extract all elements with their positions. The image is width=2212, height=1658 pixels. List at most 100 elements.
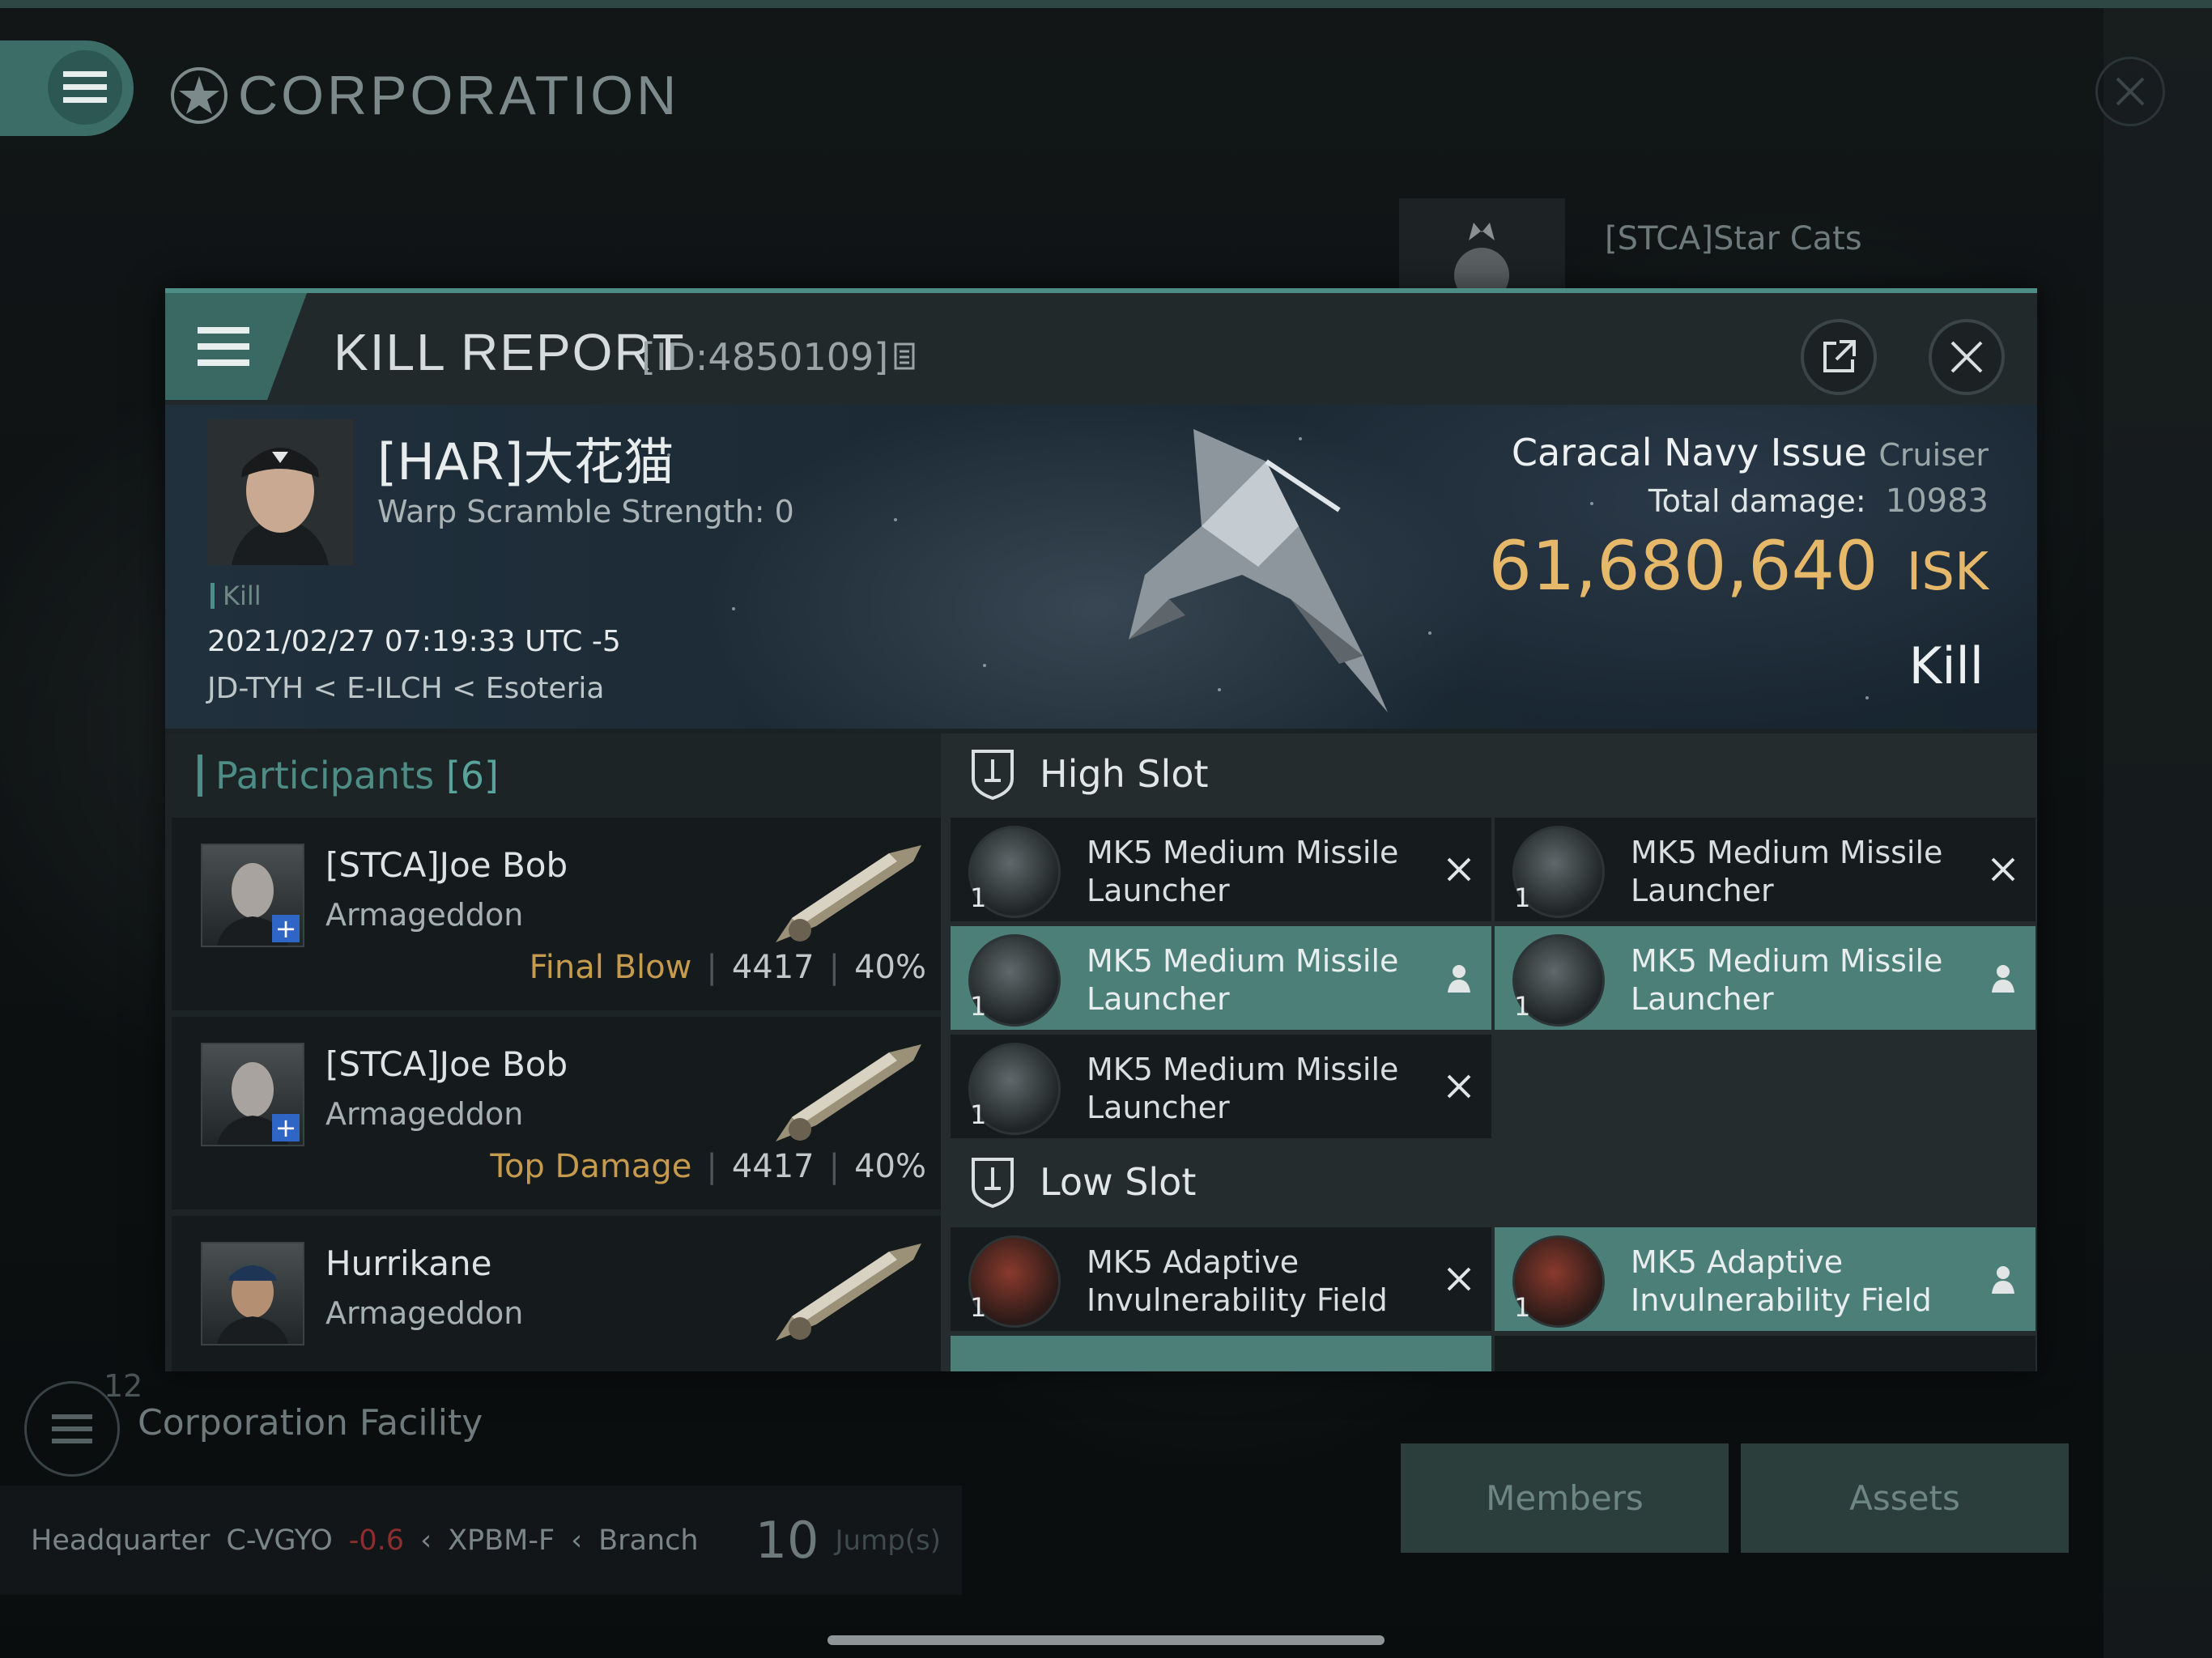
module-name: MK5 Adaptive Invulnerability Field bbox=[1087, 1244, 1388, 1318]
participant-role: Top Damage bbox=[490, 1148, 692, 1185]
divider: | bbox=[828, 949, 840, 986]
module-name: MK5 Medium Missile Launcher bbox=[1087, 943, 1399, 1017]
corp-page-title: CORPORATION bbox=[168, 55, 679, 136]
module-name: MK5 Medium Missile Launcher bbox=[1087, 835, 1399, 908]
top-status-strip bbox=[0, 0, 2212, 8]
participant-name: [STCA]Joe Bob bbox=[325, 1044, 568, 1084]
destroyed-icon bbox=[1441, 1069, 1477, 1104]
module-item[interactable]: 1 MK5 Medium Missile Launcher bbox=[951, 1035, 1491, 1138]
victim-portrait[interactable] bbox=[207, 419, 353, 565]
hq-label: Headquarter bbox=[31, 1524, 211, 1557]
hamburger-icon bbox=[48, 50, 122, 125]
tab-members[interactable]: Members bbox=[1401, 1443, 1729, 1553]
kill-report-id[interactable]: [ID:4850109] bbox=[641, 335, 919, 379]
module-item[interactable]: 1 MK5 Medium Missile Launcher bbox=[951, 818, 1491, 921]
destroyed-icon bbox=[1985, 852, 2021, 887]
participant-name: [STCA]Joe Bob bbox=[325, 845, 568, 885]
close-icon bbox=[2116, 77, 2145, 106]
participants-header: Participants [6] bbox=[198, 755, 499, 797]
participant-row[interactable]: Hurrikane Armageddon bbox=[172, 1216, 941, 1371]
module-name: MK5 Medium Missile Launcher bbox=[1631, 943, 1943, 1017]
divider: | bbox=[706, 949, 717, 986]
participant-row[interactable]: + [STCA]Joe Bob Armageddon Final Blow | … bbox=[172, 818, 941, 1010]
dropped-person-icon bbox=[1985, 960, 2021, 996]
corp-logo bbox=[1399, 198, 1565, 303]
star bbox=[894, 518, 897, 521]
participant-name: Hurrikane bbox=[325, 1244, 492, 1283]
close-icon bbox=[1950, 341, 1983, 373]
high-slot-label: High Slot bbox=[1040, 752, 1209, 796]
hq-jumps: 10 bbox=[755, 1511, 819, 1570]
tab-assets-label: Assets bbox=[1849, 1478, 1960, 1518]
star bbox=[1590, 502, 1593, 505]
kill-location[interactable]: JD-TYH < E-ILCH < Esoteria bbox=[207, 672, 604, 705]
module-item[interactable]: 1 MK5 Adaptive Invulnerability Field bbox=[1495, 1227, 2035, 1331]
low-slot-icon bbox=[972, 1158, 1014, 1208]
module-quantity: 1 bbox=[970, 1099, 987, 1130]
right-side-strip bbox=[2104, 8, 2212, 1658]
participant-row[interactable]: + [STCA]Joe Bob Armageddon Top Damage | … bbox=[172, 1017, 941, 1209]
module-quantity: 1 bbox=[1514, 882, 1531, 913]
isk-value: 61,680,640 bbox=[1488, 526, 1878, 606]
module-item[interactable]: 1 MK5 Medium Missile Launcher bbox=[951, 926, 1491, 1030]
total-damage-label: Total damage: bbox=[1648, 483, 1866, 519]
share-icon bbox=[1823, 340, 1856, 372]
participant-damage: 4417 bbox=[731, 1148, 815, 1185]
module-quantity: 1 bbox=[1514, 1292, 1531, 1323]
module-quantity: 1 bbox=[1514, 991, 1531, 1022]
hq-route2: Branch bbox=[598, 1524, 699, 1557]
ship-image[interactable] bbox=[1096, 413, 1436, 721]
victim-name[interactable]: [HAR]大花猫 bbox=[377, 421, 674, 494]
weapon-icon bbox=[776, 1244, 921, 1341]
module-item-partial[interactable] bbox=[951, 1336, 1491, 1371]
tab-assets[interactable]: Assets bbox=[1741, 1443, 2069, 1553]
isk-unit: ISK bbox=[1906, 542, 1989, 602]
high-slot-icon bbox=[972, 750, 1014, 800]
module-item-partial[interactable] bbox=[1495, 1336, 2035, 1371]
corp-close-button[interactable] bbox=[2095, 57, 2165, 126]
kill-result: Kill bbox=[1908, 636, 1984, 695]
kill-time: 2021/02/27 07:19:33 UTC -5 bbox=[207, 625, 621, 658]
module-item[interactable]: 1 MK5 Medium Missile Launcher bbox=[1495, 926, 2035, 1030]
high-slot-header: High Slot bbox=[970, 733, 1209, 814]
module-name: MK5 Medium Missile Launcher bbox=[1087, 1052, 1399, 1125]
list-icon bbox=[52, 1414, 92, 1443]
plus-icon: + bbox=[272, 915, 300, 942]
corporation-star-icon bbox=[171, 67, 228, 124]
share-button[interactable] bbox=[1801, 319, 1877, 395]
participant-percent: 40% bbox=[854, 949, 926, 986]
ship-name: Caracal Navy Issue bbox=[1511, 431, 1867, 474]
module-quantity: 1 bbox=[970, 991, 987, 1022]
tab-members-label: Members bbox=[1486, 1478, 1644, 1518]
weapon-icon bbox=[776, 1044, 921, 1141]
home-indicator[interactable] bbox=[827, 1635, 1385, 1645]
participant-ship: Armageddon bbox=[325, 1096, 524, 1132]
hq-route1: XPBM-F bbox=[448, 1524, 555, 1557]
close-button[interactable] bbox=[1929, 319, 2005, 395]
corp-menu-button[interactable] bbox=[0, 40, 134, 136]
dropped-person-icon bbox=[1985, 1261, 2021, 1297]
low-slot-label: Low Slot bbox=[1040, 1160, 1197, 1204]
kill-report-header: KILL REPORT [ID:4850109] bbox=[165, 293, 2037, 405]
participants-panel: Participants [6] + [STCA]Joe Bob Armaged… bbox=[165, 733, 941, 1371]
route-arrow-icon: ‹ bbox=[420, 1524, 432, 1557]
destroyed-icon bbox=[1441, 852, 1477, 887]
kill-tag: Kill bbox=[211, 583, 262, 609]
total-damage-line: Total damage: 10983 bbox=[1648, 483, 1989, 520]
module-item[interactable]: 1 MK5 Adaptive Invulnerability Field bbox=[951, 1227, 1491, 1331]
weapon-icon bbox=[776, 845, 921, 942]
module-item[interactable]: 1 MK5 Medium Missile Launcher bbox=[1495, 818, 2035, 921]
star bbox=[983, 664, 986, 667]
facility-label: Corporation Facility bbox=[138, 1402, 483, 1443]
headquarter-route[interactable]: Headquarter C-VGYO -0.6 ‹ XPBM-F ‹ Branc… bbox=[0, 1486, 962, 1595]
ship-name-line[interactable]: Caracal Navy Issue Cruiser bbox=[1512, 431, 1989, 474]
victim-banner: [HAR]大花猫 Warp Scramble Strength: 0 Kill … bbox=[165, 405, 2037, 729]
participant-stats: Top Damage | 4417 | 40% bbox=[490, 1148, 926, 1185]
copy-icon[interactable] bbox=[893, 342, 919, 372]
warp-scramble-strength: Warp Scramble Strength: 0 bbox=[377, 494, 794, 529]
dropped-person-icon bbox=[1441, 960, 1477, 996]
facility-count: 12 bbox=[104, 1368, 143, 1404]
participants-label: Participants bbox=[215, 754, 435, 797]
fitting-panel: High Slot 1 MK5 Medium Missile Launcher … bbox=[941, 733, 2037, 1371]
participant-portrait: + bbox=[201, 1043, 304, 1146]
